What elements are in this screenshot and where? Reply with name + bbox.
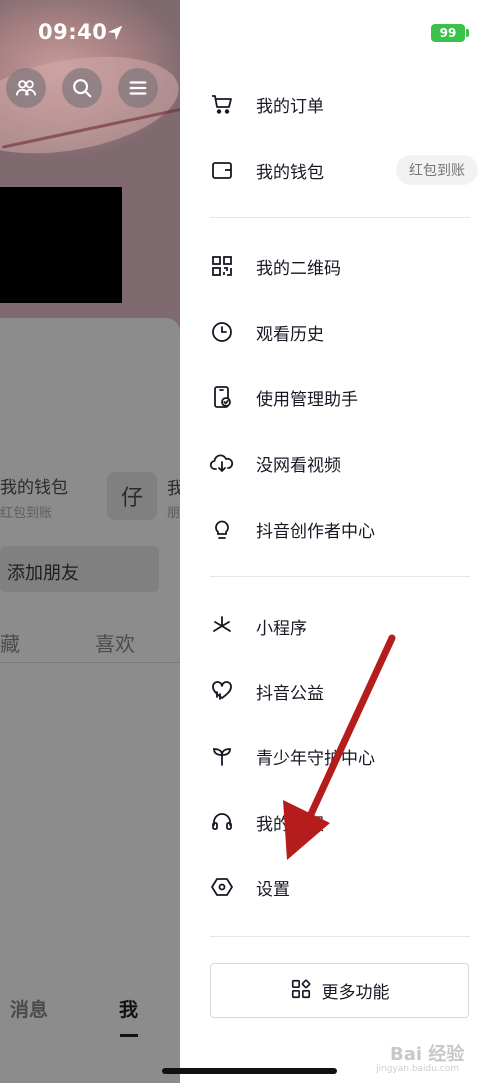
- menu-label: 我的二维码: [256, 258, 341, 279]
- menu-label: 设置: [256, 879, 290, 900]
- asterisk-icon: [208, 612, 236, 640]
- tab-likes[interactable]: 喜欢: [95, 628, 135, 657]
- cloud-download-icon: [208, 449, 236, 477]
- menu-divider: [210, 576, 470, 577]
- menu-item-customer-service[interactable]: 我的客服: [208, 798, 470, 846]
- menu-divider: [210, 936, 470, 937]
- more-features-button[interactable]: 更多功能: [210, 963, 469, 1018]
- status-time: 09:40: [38, 20, 108, 44]
- menu-label: 没网看视频: [256, 455, 341, 476]
- battery-nub: [466, 29, 469, 37]
- menu-item-creator-center[interactable]: 抖音创作者中心: [208, 505, 470, 553]
- menu-label: 我的订单: [256, 96, 324, 117]
- bottom-nav-me[interactable]: 我: [119, 995, 138, 1022]
- friends-icon[interactable]: [6, 68, 46, 108]
- menu-label: 我的客服: [256, 814, 324, 835]
- watermark-logo: Bai 经验: [390, 1044, 465, 1065]
- menu-label: 我的钱包: [256, 162, 324, 183]
- menu-label: 抖音公益: [256, 683, 324, 704]
- menu-label: 抖音创作者中心: [256, 521, 375, 542]
- menu-divider: [210, 217, 470, 218]
- grid-icon: [290, 978, 312, 1004]
- wallet-icon: [208, 156, 236, 184]
- heart-hands-icon: [208, 677, 236, 705]
- profile-shortcut-sub: 朋: [167, 506, 180, 521]
- clock-icon: [208, 318, 236, 346]
- battery-indicator: 99: [431, 24, 465, 42]
- watermark-url: jingyan.baidu.com: [376, 1064, 460, 1074]
- menu-label: 小程序: [256, 618, 307, 639]
- shortcut-glyph: 仔: [120, 486, 143, 511]
- bottom-nav-active-indicator: [120, 1034, 138, 1037]
- bulb-icon: [208, 515, 236, 543]
- menu-item-youth-protection[interactable]: 青少年守护中心: [208, 732, 470, 780]
- redacted-area: [0, 187, 122, 303]
- menu-label: 使用管理助手: [256, 389, 358, 410]
- search-icon[interactable]: [62, 68, 102, 108]
- cart-icon: [208, 90, 236, 118]
- location-arrow-icon: [107, 25, 123, 41]
- tab-favorites[interactable]: 藏: [0, 628, 20, 657]
- sprout-icon: [208, 742, 236, 770]
- wallet-badge: 红包到账: [396, 155, 478, 185]
- bottom-nav-messages[interactable]: 消息: [10, 995, 48, 1022]
- menu-label: 青少年守护中心: [256, 748, 375, 769]
- profile-page-dimmed[interactable]: 09:40 我的钱包 红包到账 仔 我 朋 添加朋友 藏 喜欢 消息 我: [0, 0, 180, 1083]
- profile-shortcut-title: 我: [167, 479, 180, 499]
- add-friend-button[interactable]: 添加朋友: [0, 546, 159, 592]
- profile-sheet: [0, 318, 180, 1083]
- headset-icon: [208, 808, 236, 836]
- profile-wallet-sub: 红包到账: [0, 506, 53, 521]
- profile-wallet-title: 我的钱包: [0, 478, 68, 498]
- home-indicator: [162, 1068, 337, 1074]
- qrcode-icon: [208, 252, 236, 280]
- menu-label: 观看历史: [256, 324, 324, 345]
- hexagon-gear-icon: [208, 873, 236, 901]
- menu-item-offline-video[interactable]: 没网看视频: [208, 439, 470, 487]
- add-friend-label: 添加朋友: [7, 563, 79, 584]
- profile-shortcut-icon[interactable]: 仔: [107, 472, 157, 520]
- more-features-label: 更多功能: [321, 983, 390, 1003]
- menu-item-charity[interactable]: 抖音公益: [208, 667, 470, 715]
- tab-divider: [0, 662, 180, 663]
- menu-item-orders[interactable]: 我的订单: [208, 80, 470, 128]
- menu-item-mini-program[interactable]: 小程序: [208, 602, 470, 650]
- menu-item-settings[interactable]: 设置: [208, 863, 470, 911]
- menu-item-qrcode[interactable]: 我的二维码: [208, 242, 470, 290]
- phone-check-icon: [208, 383, 236, 411]
- menu-icon[interactable]: [118, 68, 158, 108]
- menu-item-usage-assistant[interactable]: 使用管理助手: [208, 373, 470, 421]
- menu-item-history[interactable]: 观看历史: [208, 308, 470, 356]
